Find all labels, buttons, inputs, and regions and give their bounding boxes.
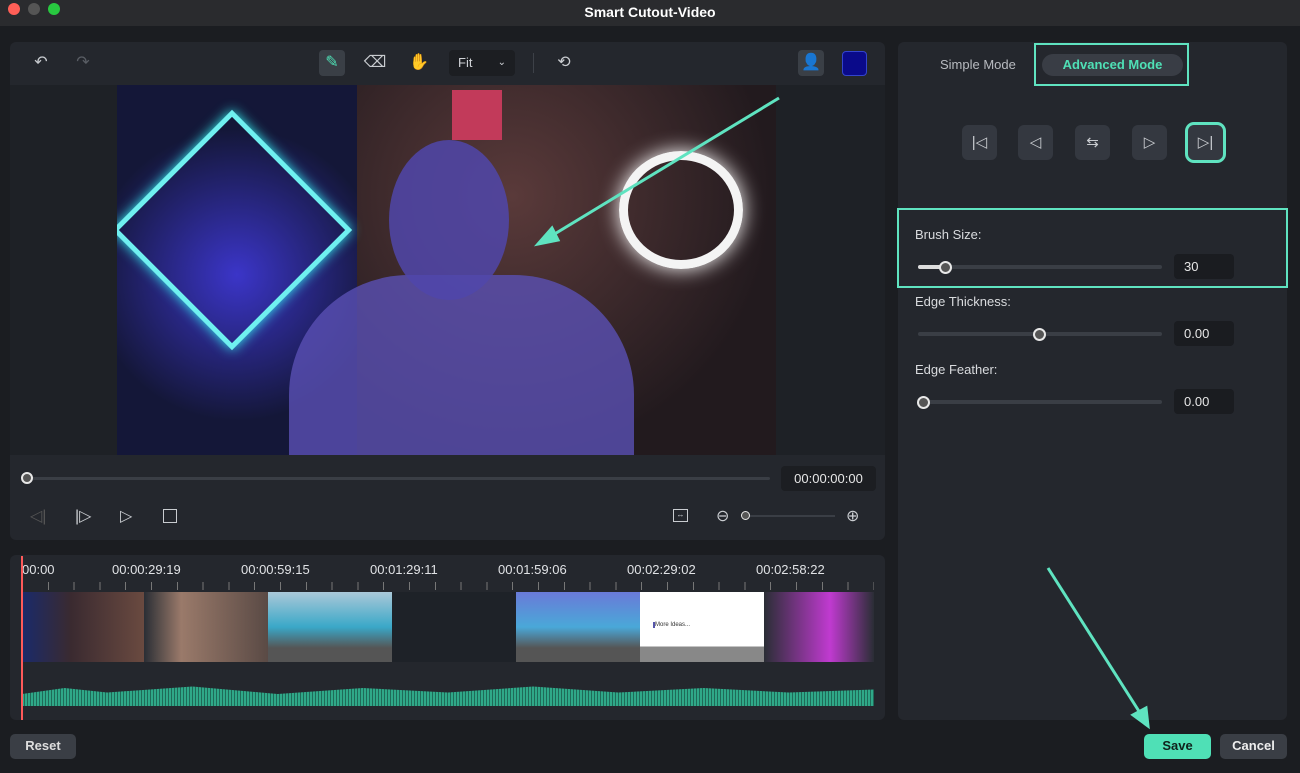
arrowhead bbox=[1130, 705, 1150, 730]
annotation-arrows bbox=[533, 96, 1150, 730]
arrowhead bbox=[533, 225, 561, 247]
arrow-to-subject bbox=[547, 96, 780, 240]
arrow-to-save bbox=[1046, 567, 1144, 717]
